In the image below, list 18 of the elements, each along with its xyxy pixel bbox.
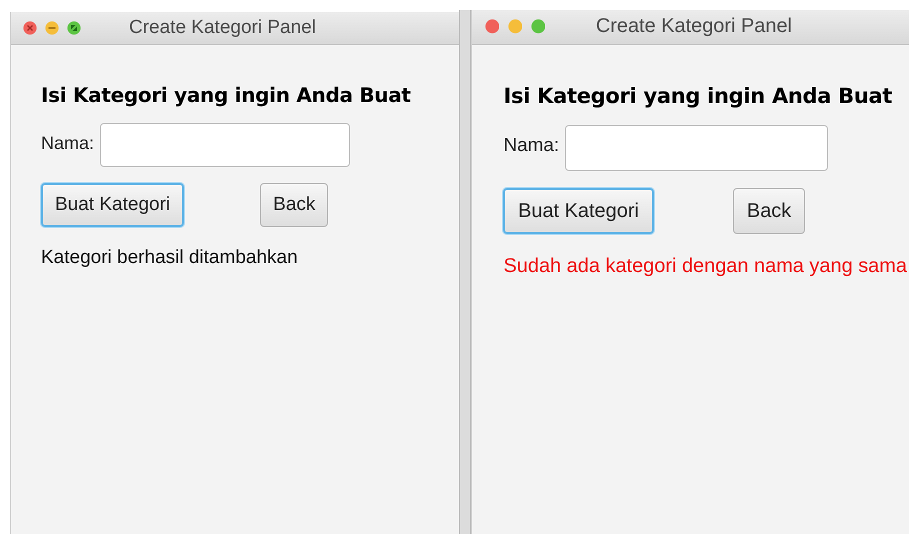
minimize-button[interactable] <box>45 21 59 35</box>
window-title: Create Kategori Panel <box>596 15 792 38</box>
close-button[interactable] <box>484 19 500 34</box>
close-button[interactable] <box>23 21 37 35</box>
zoom-button[interactable] <box>67 21 81 35</box>
create-button[interactable]: Buat Kategori <box>41 183 184 227</box>
window-title: Create Kategori Panel <box>129 17 316 39</box>
back-button[interactable]: Back <box>733 188 805 234</box>
form-heading: Isi Kategori yang ingin Anda Buat <box>503 84 894 108</box>
name-field[interactable] <box>100 123 350 167</box>
create-button[interactable]: Buat Kategori <box>503 188 654 234</box>
name-field[interactable] <box>565 125 828 172</box>
back-button[interactable]: Back <box>260 183 328 227</box>
form-heading: Isi Kategori yang ingin Anda Buat <box>41 83 412 107</box>
error-message: Sudah ada kategori dengan nama yang sama <box>503 255 908 278</box>
name-label: Nama: <box>503 135 560 158</box>
name-label: Nama: <box>41 132 94 154</box>
status-message: Kategori berhasil ditambahkan <box>41 247 299 269</box>
